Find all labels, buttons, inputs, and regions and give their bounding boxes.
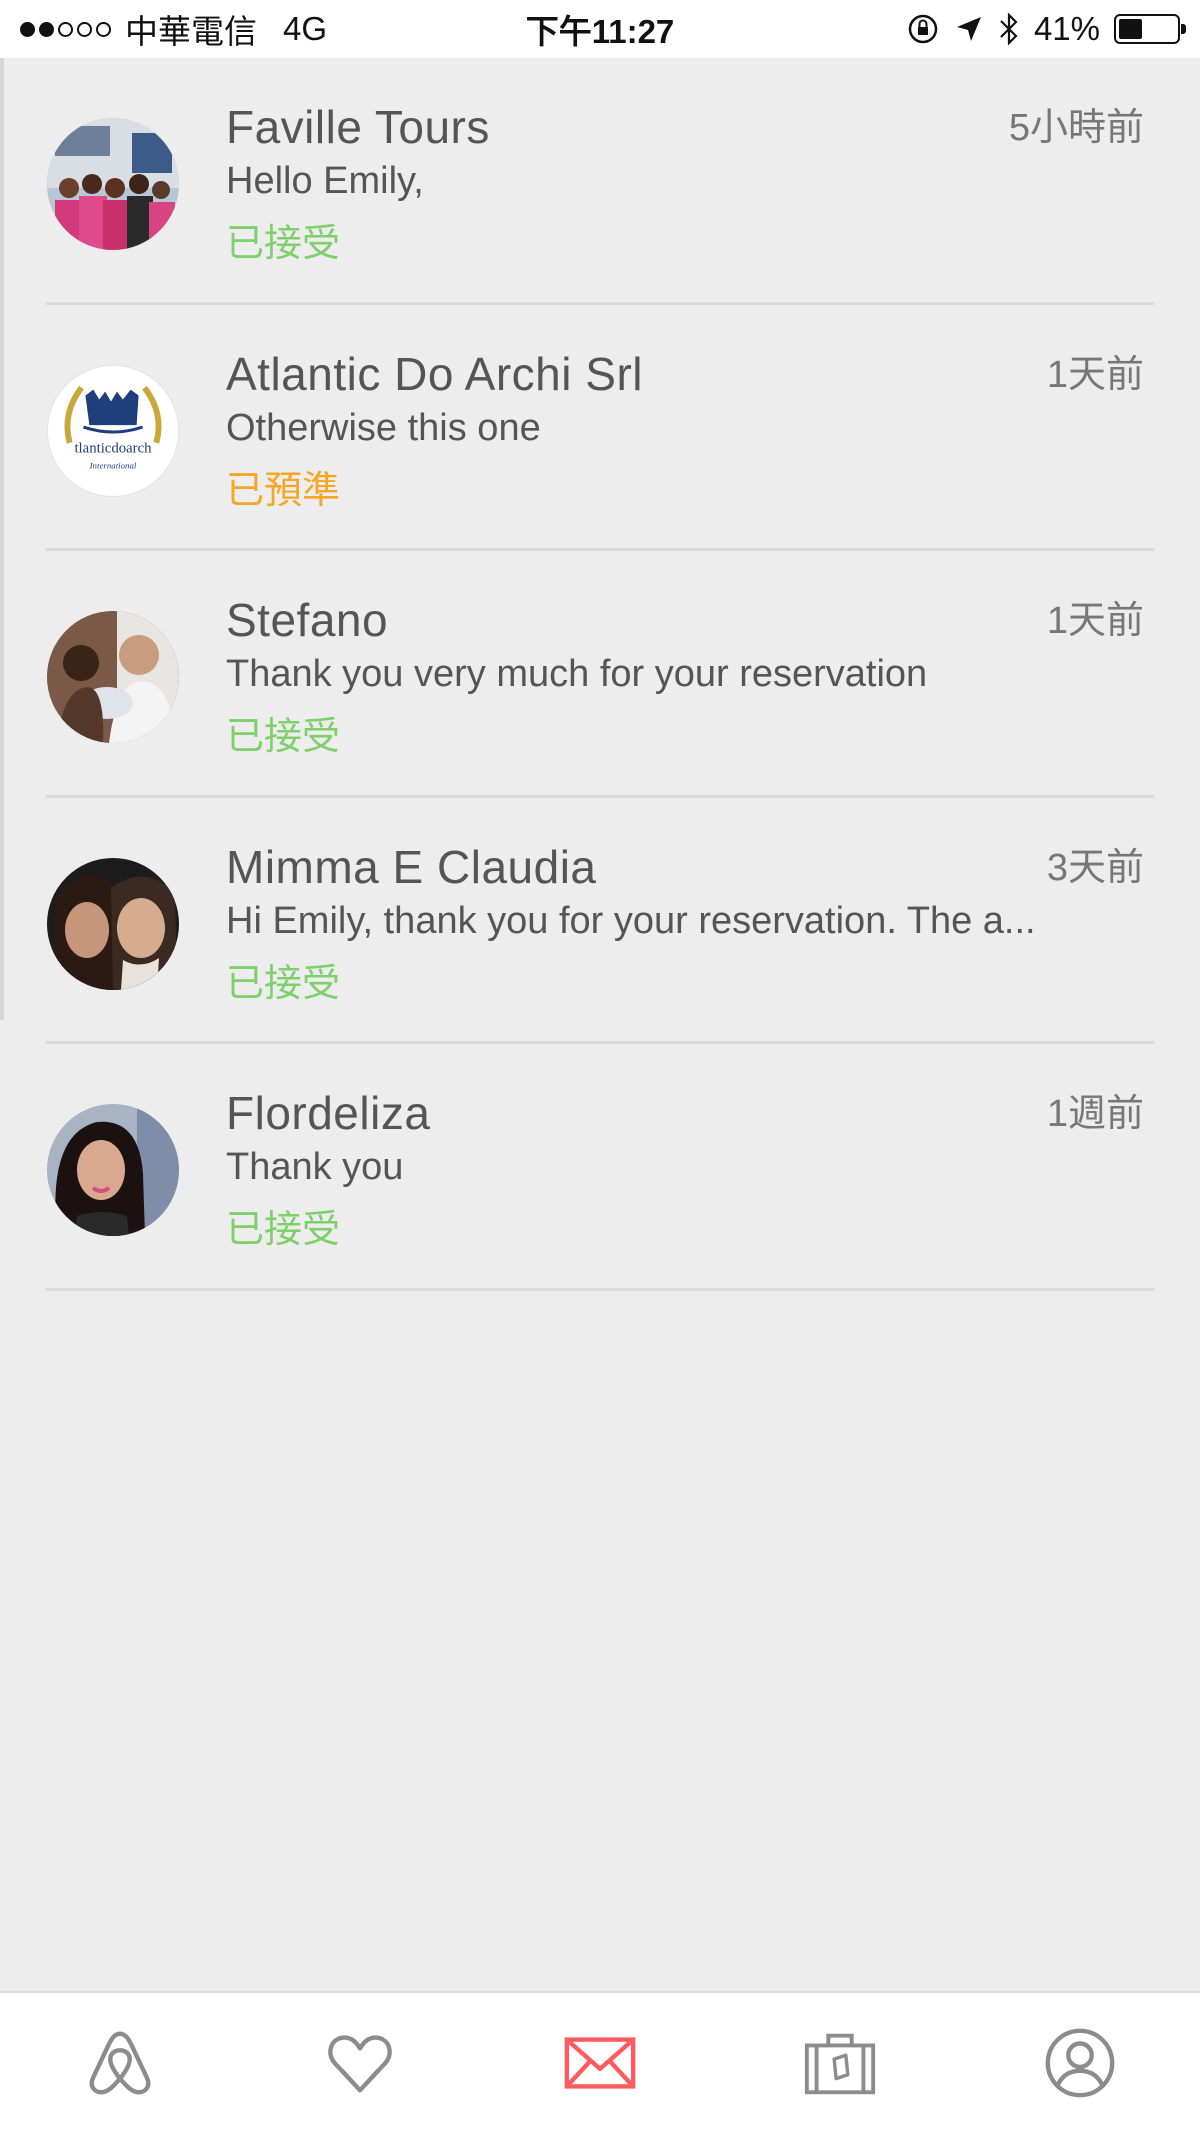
thread-preview: Hi Emily, thank you for your reservation… — [226, 899, 1036, 942]
tab-explore[interactable] — [70, 2013, 170, 2113]
message-thread[interactable]: tlanticdoarch International Atlantic Do … — [0, 305, 1200, 551]
carrier-label: 中華電信 — [125, 13, 257, 50]
thread-name: Mimma E Claudia — [226, 840, 597, 893]
mail-icon — [564, 2037, 636, 2089]
thread-preview: Hello Emily, — [226, 160, 424, 202]
avatar — [47, 118, 179, 250]
status-bar: 中華電信 4G 下午11:27 41% — [0, 0, 1200, 58]
logo-text: tlanticdoarch — [74, 440, 152, 456]
thread-time: 1天前 — [1046, 600, 1144, 642]
thread-status: 已接受 — [226, 716, 341, 758]
portrait-image — [47, 857, 179, 990]
message-thread[interactable]: Flordeliza Thank you 已接受 1週前 — [0, 1044, 1200, 1291]
thread-status: 已接受 — [226, 962, 341, 1005]
thread-preview: Thank you — [226, 1146, 404, 1188]
thread-name: Stefano — [226, 594, 389, 646]
battery-icon — [1114, 14, 1186, 44]
bluetooth-icon — [1000, 12, 1018, 46]
divider — [46, 1287, 1154, 1291]
signal-strength-icon — [20, 21, 111, 37]
location-arrow-icon — [956, 17, 981, 41]
tab-inbox[interactable] — [550, 2013, 650, 2113]
logo-subtext: International — [89, 460, 137, 470]
message-list: Faville Tours Hello Emily, 已接受 5小時前 tlan… — [0, 58, 1200, 1291]
thread-name: Atlantic Do Archi Srl — [226, 347, 643, 400]
group-photo-image — [47, 118, 179, 250]
thread-preview: Otherwise this one — [226, 406, 541, 449]
thread-time: 1天前 — [1046, 353, 1144, 396]
profile-icon — [1045, 2028, 1115, 2098]
status-bar-right: 41% — [906, 10, 1186, 48]
tab-trips[interactable] — [790, 2013, 890, 2113]
message-thread[interactable]: Faville Tours Hello Emily, 已接受 5小時前 — [0, 58, 1200, 305]
thread-time: 1週前 — [1046, 1093, 1144, 1135]
portrait-image — [47, 611, 179, 743]
heart-icon — [328, 2035, 392, 2093]
thread-status: 已接受 — [226, 223, 341, 265]
avatar — [47, 611, 179, 743]
thread-name: Flordeliza — [226, 1087, 431, 1139]
company-logo-image: tlanticdoarch International — [48, 365, 178, 496]
airbnb-logo-icon — [89, 2031, 151, 2095]
avatar — [47, 1104, 179, 1236]
avatar: tlanticdoarch International — [47, 364, 179, 497]
thread-time: 5小時前 — [1008, 107, 1144, 149]
thread-status: 已預準 — [226, 469, 341, 512]
avatar — [47, 857, 179, 990]
suitcase-icon — [804, 2033, 876, 2095]
status-bar-left: 中華電信 4G — [20, 5, 327, 53]
portrait-image — [47, 1104, 179, 1236]
battery-percent: 41% — [1033, 10, 1100, 47]
tab-wishlists[interactable] — [310, 2013, 410, 2113]
battery-fill — [1119, 19, 1142, 39]
message-thread[interactable]: Mimma E Claudia Hi Emily, thank you for … — [0, 798, 1200, 1044]
tab-bar — [0, 1991, 1200, 2133]
inbox-screen: 中華電信 4G 下午11:27 41% Faville Tours Hello … — [0, 0, 1200, 2133]
thread-name: Faville Tours — [226, 101, 490, 153]
thread-preview: Thank you very much for your reservation — [226, 653, 928, 695]
message-thread[interactable]: Stefano Thank you very much for your res… — [0, 551, 1200, 798]
thread-time: 3天前 — [1046, 846, 1144, 889]
network-label: 4G — [283, 10, 328, 47]
rotation-lock-icon — [908, 14, 938, 44]
tab-profile[interactable] — [1030, 2013, 1130, 2113]
thread-status: 已接受 — [226, 1209, 341, 1251]
